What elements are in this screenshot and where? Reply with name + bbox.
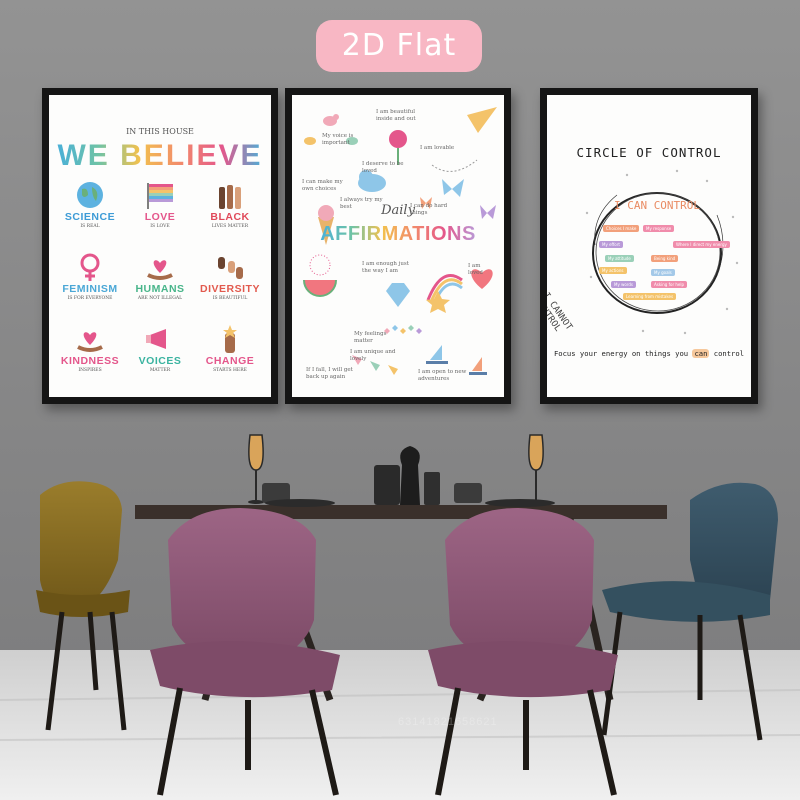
belief-title: HUMANS: [135, 283, 185, 295]
butterfly-icon: [442, 179, 464, 197]
affirmation-note: I am lovable: [420, 145, 455, 151]
control-chip: Choices I make: [603, 225, 640, 232]
poster-title-text: AFFIRMATIONS: [320, 223, 476, 245]
poster-subtitle: IN THIS HOUSE: [126, 127, 194, 136]
poster-title-script: Daily: [381, 203, 415, 218]
diamond-icon: [386, 283, 410, 307]
control-chip: Where I direct my energy: [673, 241, 730, 248]
inner-circle-label: I CAN CONTROL: [613, 199, 701, 212]
affirmation-note: I am enough just the way I am: [362, 261, 409, 274]
belief-item: DIVERSITY IS BEAUTIFUL: [195, 251, 265, 313]
belief-item: SCIENCE IS REAL: [55, 179, 125, 241]
footer-text: Focus your energy on things you: [553, 349, 689, 358]
belief-title: FEMINISM: [62, 283, 118, 295]
belief-item: FEMINISM IS FOR EVERYONE: [55, 251, 125, 313]
belief-subtitle: STARTS HERE: [213, 368, 247, 373]
footer-text-end: control: [713, 349, 745, 358]
affirmation-note: I can make my own choices: [302, 179, 343, 192]
affirmation-note: I am beautiful inside and out: [376, 109, 416, 122]
watermark: 63141821658621: [398, 716, 498, 728]
belief-subtitle: IS LOVE: [150, 224, 170, 229]
bird-icon: [304, 137, 316, 145]
poster-title-text: WE BELIEVE: [57, 139, 263, 172]
sailboat-icon: [426, 345, 448, 364]
globe-icon: [77, 182, 103, 208]
belief-subtitle: MATTER: [149, 368, 171, 373]
control-chip: My response: [643, 225, 675, 232]
affirmation-note: I deserve to be loved: [362, 161, 404, 174]
affirmation-note: I am open to new adventures: [418, 369, 467, 382]
affirmation-note: I am loved: [468, 263, 483, 276]
belief-item: CHANGE STARTS HERE: [195, 323, 265, 385]
female-symbol-icon: [80, 253, 100, 281]
belief-subtitle: IS BEAUTIFUL: [212, 296, 248, 301]
affirmations-poster: Daily AFFIRMATIONS I am beautiful inside…: [292, 95, 504, 397]
control-chip: My effort: [599, 241, 623, 248]
belief-subtitle: IS REAL: [80, 224, 100, 229]
belief-title: LOVE: [144, 211, 176, 223]
poster-footer: Focus your energy on things you can cont…: [547, 349, 751, 358]
watermelon-icon: [303, 279, 337, 297]
belief-item: KINDNESS INSPIRES: [55, 323, 125, 385]
affirmation-note: My feelings matter: [354, 331, 387, 344]
belief-subtitle: IS FOR EVERYONE: [67, 296, 113, 301]
flower-icon: [389, 130, 407, 165]
heart-hands-icon: [147, 260, 173, 280]
belief-title: VOICES: [138, 355, 182, 367]
control-chip: My goals: [651, 269, 675, 276]
belief-item: VOICES MATTER: [125, 323, 195, 385]
control-chip: My actions: [599, 267, 627, 274]
we-believe-poster-frame: IN THIS HOUSE WE BELIEVE SCIENCE IS REAL L…: [42, 88, 278, 404]
belief-item: LOVE IS LOVE: [125, 179, 195, 241]
raised-fist-icon: [223, 325, 237, 353]
affirmation-note: I am unique and lovely: [350, 349, 396, 362]
circle-of-control-poster: CIRCLE OF CONTROL I CAN CONTROL I CANNOT…: [547, 95, 751, 397]
affirmation-note: I can do hard things: [410, 203, 448, 216]
diverse-hands-icon: [218, 257, 243, 279]
belief-subtitle: INSPIRES: [78, 368, 102, 373]
affirmation-note: If I fall, I will get back up again: [306, 367, 353, 380]
affirmations-poster-frame: Daily AFFIRMATIONS I am beautiful inside…: [285, 88, 511, 404]
megaphone-icon: [146, 329, 166, 349]
raised-fists-icon: [219, 185, 241, 209]
control-chip: Being kind: [651, 255, 679, 262]
we-believe-poster: IN THIS HOUSE WE BELIEVE SCIENCE IS REAL L…: [49, 95, 271, 397]
belief-title: CHANGE: [205, 355, 255, 367]
control-chip: Asking for help: [651, 281, 688, 288]
control-chip: Learning from mistakes: [623, 293, 677, 300]
affirmation-note: I always try my best: [340, 197, 383, 210]
poster-title: AFFIRMATIONS: [292, 223, 504, 246]
style-badge: 2D Flat: [316, 20, 482, 72]
belief-subtitle: LIVES MATTER: [211, 224, 249, 229]
belief-title: KINDNESS: [60, 355, 120, 367]
affirmation-note: My voice is important: [322, 133, 354, 146]
belief-grid: SCIENCE IS REAL LOVE IS LOVE BLACK LIVES MATT…: [55, 179, 265, 385]
bird-icon: [323, 114, 339, 126]
control-chip: My words: [611, 281, 637, 288]
poster-title: WE BELIEVE: [49, 139, 271, 173]
belief-subtitle: ARE NOT ILLEGAL: [137, 296, 183, 301]
paper-plane-icon: [467, 107, 497, 133]
belief-title: DIVERSITY: [200, 283, 260, 295]
belief-title: SCIENCE: [64, 211, 116, 223]
control-chip: My attitude: [605, 255, 634, 262]
belief-item: BLACK LIVES MATTER: [195, 179, 265, 241]
belief-item: HUMANS ARE NOT ILLEGAL: [125, 251, 195, 313]
footer-highlight: can: [692, 349, 710, 358]
rainbow-flag-icon: [147, 183, 173, 209]
heart-hands-icon: [77, 332, 103, 352]
circle-of-control-poster-frame: CIRCLE OF CONTROL I CAN CONTROL I CANNOT…: [540, 88, 758, 404]
belief-title: BLACK: [210, 211, 250, 223]
